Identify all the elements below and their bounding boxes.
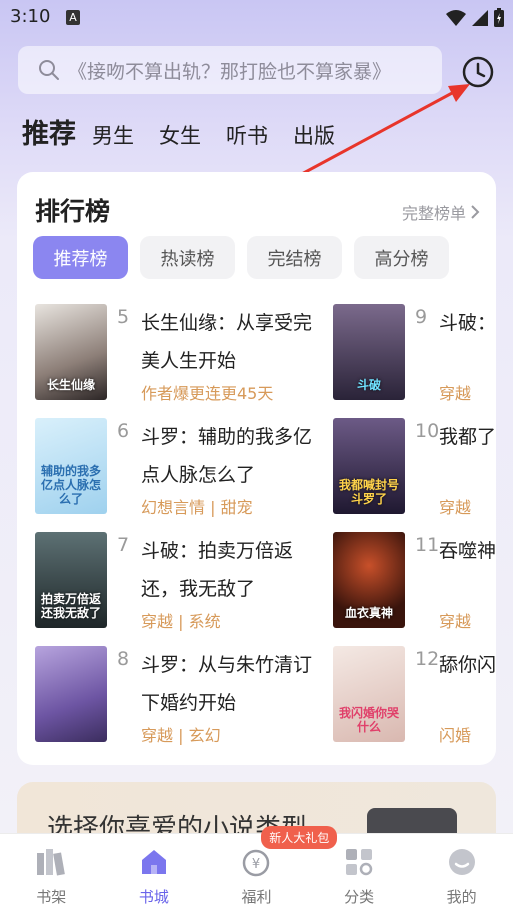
status-bar: 3:10 A [0,0,513,36]
rank-number: 12 [415,648,440,670]
nav-label: 书架 [36,888,67,906]
rank-number: 11 [415,534,440,556]
book-title: 斗破：薰儿 [439,312,496,334]
status-time: 3:10 [10,6,51,27]
battery-icon [494,8,504,27]
ranking-title: 排行榜 [35,197,111,226]
book-item[interactable]: 长生仙缘 5 长生仙缘：从享受完美人生开始 作者爆更连更45天 [35,304,335,414]
book-cover: 我闪婚你哭什么 [333,646,405,742]
book-title: 舔你闪婚 [439,654,496,676]
ranking-card: 排行榜 完整榜单 推荐榜 热读榜 完结榜 高分榜 长生仙缘 5 长生仙缘：从享受… [17,172,496,765]
nav-label: 福利 [241,888,272,906]
book-tag: 穿越 [439,384,472,403]
book-title: 斗罗：从与朱竹清订下婚约开始 [141,654,313,714]
nav-label: 书城 [138,888,169,906]
tab-audiobook[interactable]: 听书 [226,120,268,150]
category-tabs: 推荐 男生 女生 听书 出版 [22,112,360,152]
book-item[interactable]: 我都喊封号斗罗了 10 我都了， 穿越 [333,418,496,528]
nav-welfare[interactable]: 新人大礼包 ¥ 福利 [205,826,338,912]
search-icon [38,59,60,81]
full-ranking-label: 完整榜单 [401,204,466,223]
book-cover: 长生仙缘 [35,304,107,400]
book-tag: 穿越 | 玄幻 [141,726,221,745]
signal-icon [472,10,488,26]
chip-high-score-ranking[interactable]: 高分榜 [354,236,449,279]
rank-number: 9 [415,306,428,328]
rank-number: 6 [117,420,130,442]
nav-bookshelf[interactable]: 书架 [0,834,103,912]
ranking-chips: 推荐榜 热读榜 完结榜 高分榜 [33,236,449,279]
rank-number: 5 [117,306,130,328]
book-title: 斗罗：辅助的我多亿点人脉怎么了 [141,426,313,486]
book-item[interactable]: 血衣真神 11 吞噬神 穿越 [333,532,496,642]
nav-category[interactable]: 分类 [308,834,411,912]
category-grid-icon [343,846,375,878]
book-tag: 穿越 | 系统 [141,612,221,631]
bottom-nav: 书架 书城 新人大礼包 ¥ 福利 分类 我的 [0,826,513,912]
home-icon [138,846,170,878]
book-tag: 作者爆更连更45天 [141,384,274,403]
book-cover: 斗破 [333,304,405,400]
book-title: 长生仙缘：从享受完美人生开始 [141,312,313,372]
nav-label: 分类 [344,888,375,906]
book-cover: 我都喊封号斗罗了 [333,418,405,514]
search-placeholder: 《接吻不算出轨？那打脸也不算家暴》 [68,60,392,83]
tab-publishing[interactable]: 出版 [293,120,335,150]
tab-recommend[interactable]: 推荐 [22,112,76,151]
chip-hot-ranking[interactable]: 热读榜 [140,236,235,279]
full-ranking-link[interactable]: 完整榜单 [402,200,480,224]
book-tag: 穿越 [439,612,472,631]
tab-male[interactable]: 男生 [92,120,134,150]
book-item[interactable]: 我闪婚你哭什么 12 舔你闪婚 闪婚 [333,646,496,756]
gift-coin-icon: ¥ [240,846,272,878]
book-cover: 血衣真神 [333,532,405,628]
book-tag: 幻想言情 | 甜宠 [141,498,253,517]
nav-label: 我的 [446,888,477,906]
bookshelf-icon [35,846,67,878]
book-item[interactable]: 8 斗罗：从与朱竹清订下婚约开始 穿越 | 玄幻 [35,646,335,756]
nav-bookstore[interactable]: 书城 [103,834,206,912]
chevron-right-icon [471,205,480,219]
book-item[interactable]: 辅助的我多亿点人脉怎么了 6 斗罗：辅助的我多亿点人脉怎么了 幻想言情 | 甜宠 [35,418,335,528]
book-title: 吞噬神 [439,540,496,562]
nav-profile[interactable]: 我的 [410,834,513,912]
rank-number: 10 [415,420,440,442]
book-cover: 辅助的我多亿点人脉怎么了 [35,418,107,514]
history-clock-icon[interactable] [460,54,496,90]
book-tag: 穿越 [439,498,472,517]
book-title: 斗破：拍卖万倍返还，我无敌了 [141,540,294,600]
book-item[interactable]: 斗破 9 斗破：薰儿 穿越 [333,304,496,414]
book-cover [35,646,107,742]
search-bar[interactable]: 《接吻不算出轨？那打脸也不算家暴》 [18,46,442,94]
notification-a-icon: A [66,10,80,25]
rank-number: 7 [117,534,130,556]
book-item[interactable]: 拍卖万倍返还我无敌了 7 斗破：拍卖万倍返还，我无敌了 穿越 | 系统 [35,532,335,642]
wifi-icon [446,10,466,26]
book-tag: 闪婚 [439,726,472,745]
chip-completed-ranking[interactable]: 完结榜 [247,236,342,279]
profile-icon [446,846,478,878]
book-title: 我都了， [439,426,496,448]
book-cover: 拍卖万倍返还我无敌了 [35,532,107,628]
status-icons [445,8,505,28]
chip-recommend-ranking[interactable]: 推荐榜 [33,236,128,279]
svg-text:¥: ¥ [252,857,260,872]
rank-number: 8 [117,648,130,670]
tab-female[interactable]: 女生 [159,120,201,150]
